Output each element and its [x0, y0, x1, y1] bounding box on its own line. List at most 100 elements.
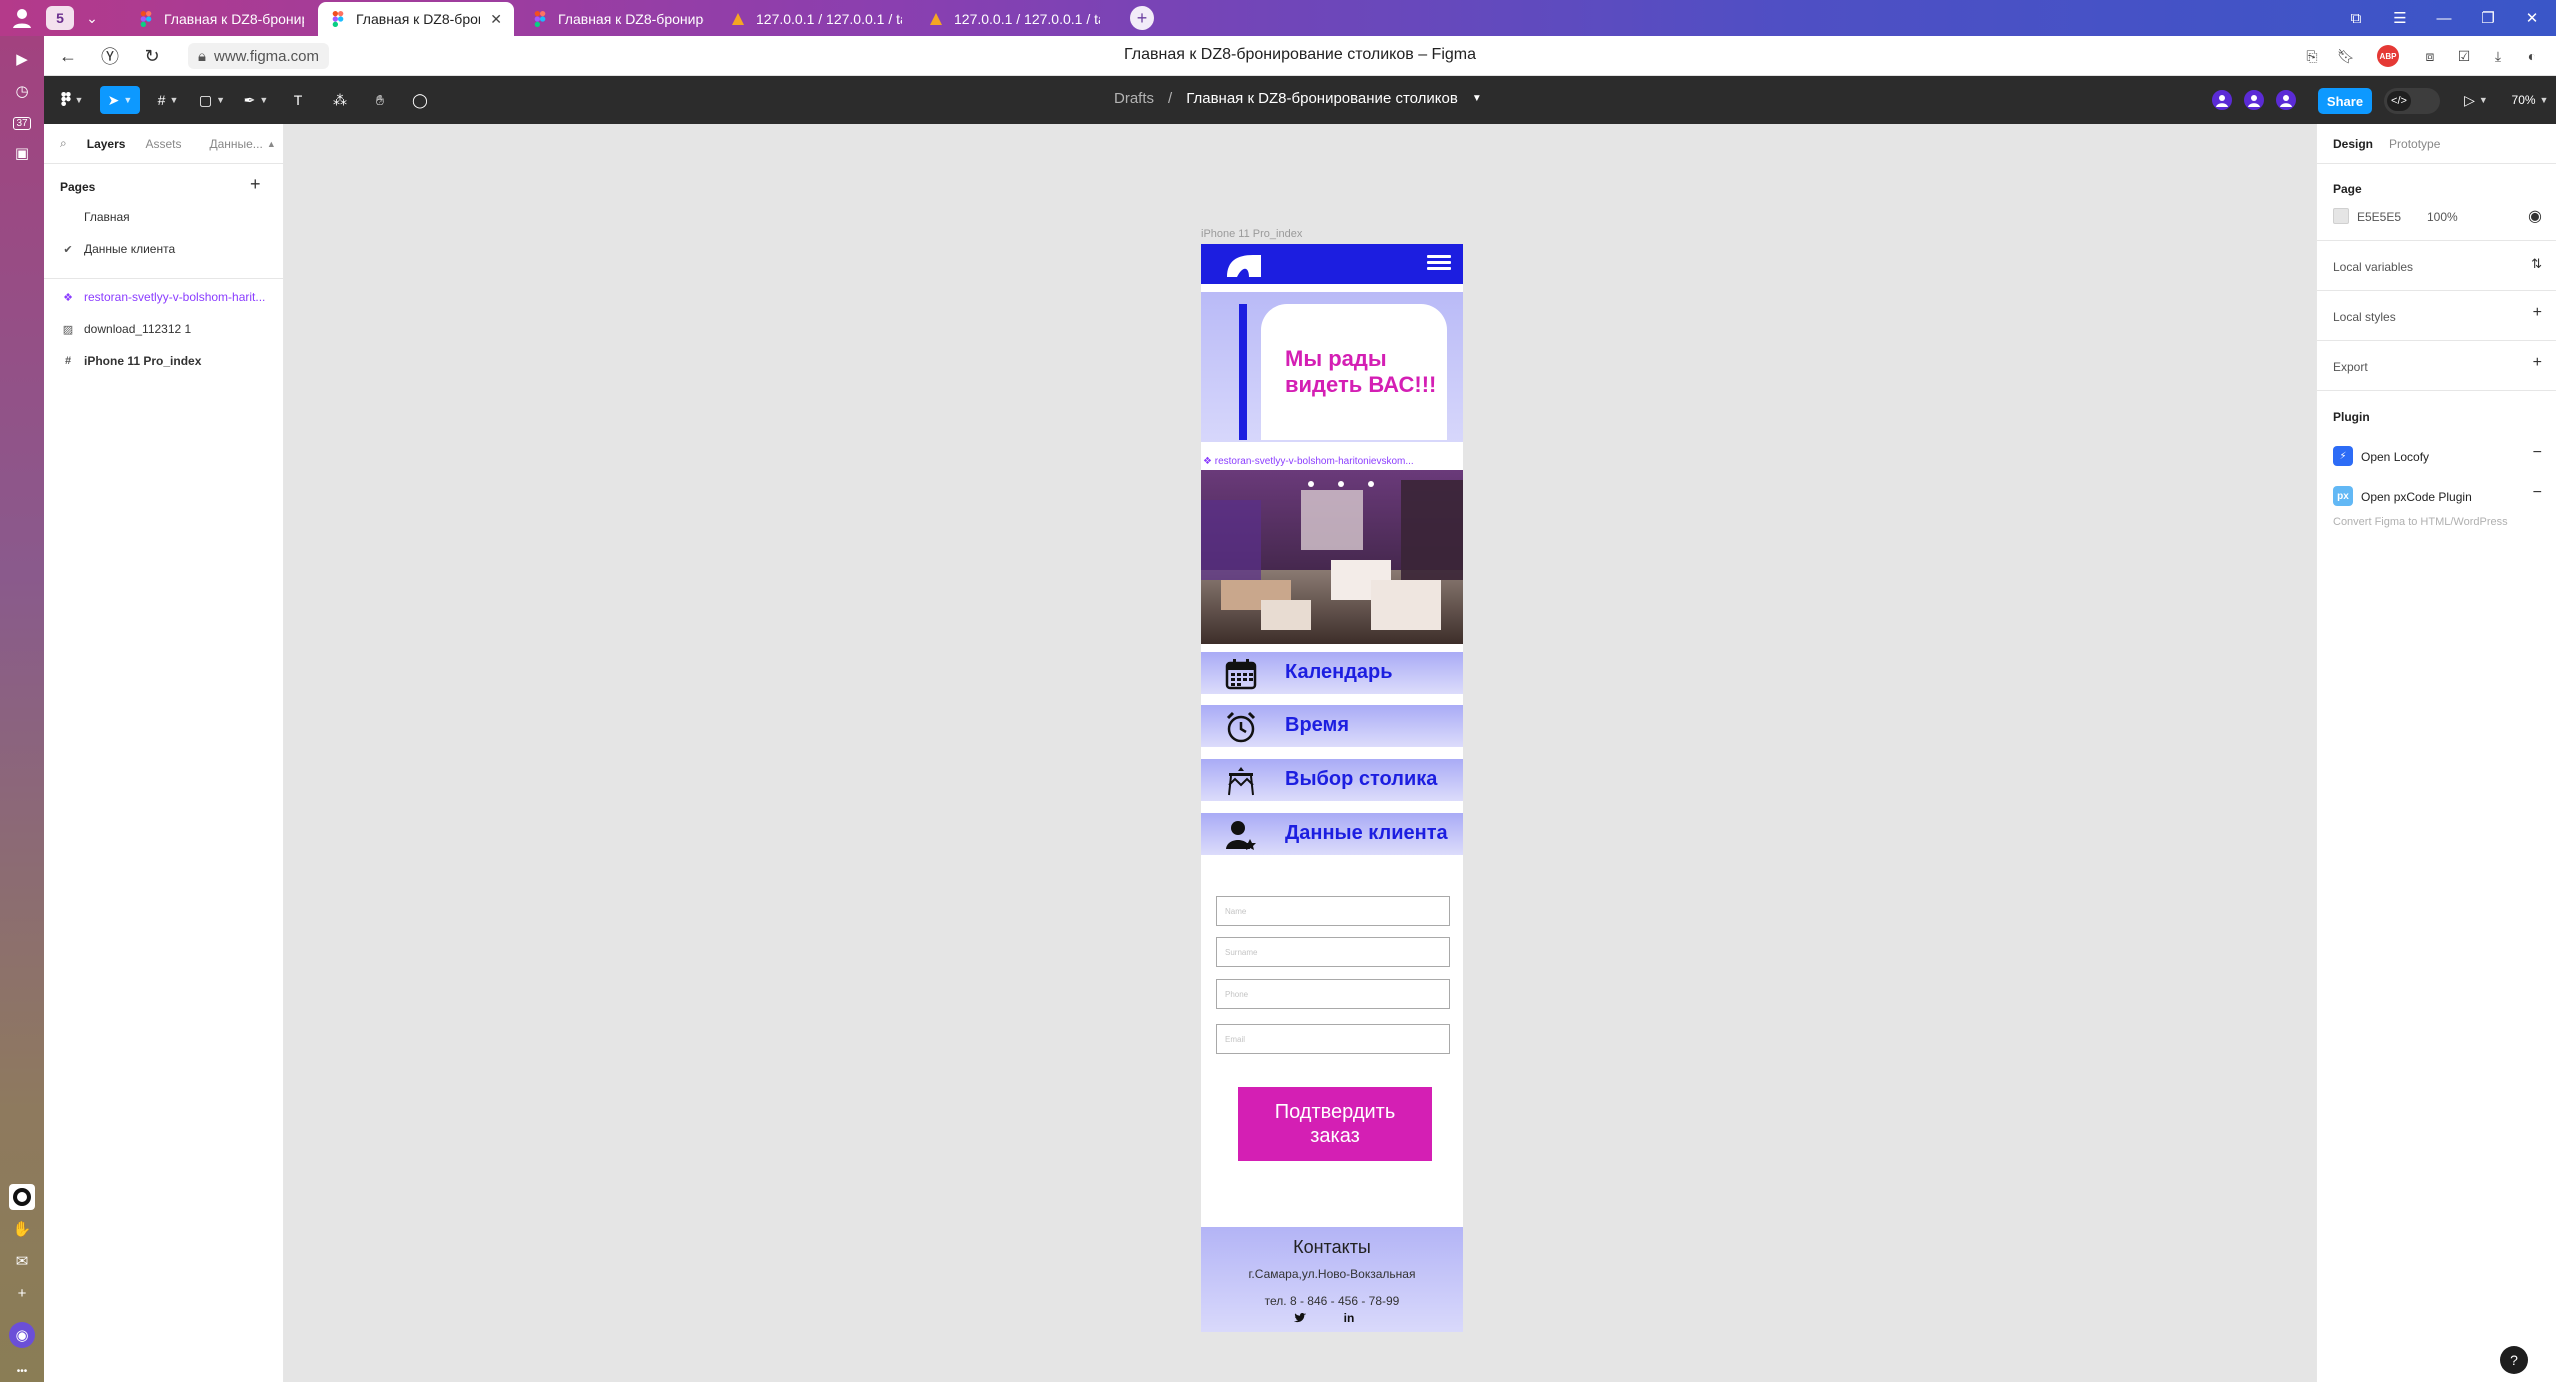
- browser-tab[interactable]: 127.0.0.1 / 127.0.0.1 / table: [916, 2, 1112, 36]
- layer-item[interactable]: ▨ download_112312 1: [44, 314, 284, 344]
- image-icon: ▨: [62, 323, 74, 336]
- assistant-icon[interactable]: ◉: [9, 1322, 35, 1348]
- surname-field[interactable]: [1216, 937, 1450, 967]
- layer-item[interactable]: ❖ restoran-svetlyy-v-bolshom-harit...: [44, 282, 284, 312]
- move-tool[interactable]: ➤ ▼: [100, 86, 140, 114]
- browser-tab[interactable]: Главная к DZ8-бронирова: [520, 2, 716, 36]
- share-button[interactable]: Share: [2318, 88, 2372, 114]
- shape-tool[interactable]: ▢ ▼: [192, 86, 232, 114]
- tab-search-icon[interactable]: ⧉: [2334, 0, 2378, 36]
- browser-tab[interactable]: 127.0.0.1 / 127.0.0.1 / table: [718, 2, 914, 36]
- more-icon[interactable]: •••: [9, 1358, 35, 1382]
- zoom-menu[interactable]: 70% ▼: [2508, 86, 2552, 114]
- minimize-icon[interactable]: —: [2422, 0, 2466, 36]
- page-color-value[interactable]: E5E5E5: [2357, 210, 2401, 224]
- layer-item[interactable]: # iPhone 11 Pro_index: [44, 346, 284, 376]
- step-client-data[interactable]: Данные клиента: [1201, 813, 1463, 855]
- restore-icon[interactable]: ❐: [2466, 0, 2510, 36]
- add-style-icon[interactable]: +: [2533, 304, 2542, 322]
- plugin-locofy[interactable]: Open Locofy: [2361, 450, 2429, 464]
- page-opacity-value[interactable]: 100%: [2427, 210, 2458, 224]
- tab-prototype[interactable]: Prototype: [2389, 137, 2440, 151]
- close-window-icon[interactable]: ✕: [2510, 0, 2554, 36]
- phone-field[interactable]: [1216, 979, 1450, 1009]
- linkedin-icon[interactable]: in: [1342, 1311, 1356, 1325]
- tabs-icon[interactable]: ⎘: [2300, 44, 2324, 68]
- bookmark-icon[interactable]: 🔖︎: [2334, 44, 2358, 68]
- add-export-icon[interactable]: +: [2533, 354, 2542, 372]
- play-icon[interactable]: ▶: [9, 46, 35, 72]
- video-icon[interactable]: ▣: [9, 140, 35, 166]
- hand-tool[interactable]: ✋︎: [366, 86, 394, 114]
- chevron-up-icon[interactable]: ▲: [267, 139, 276, 149]
- email-field[interactable]: [1216, 1024, 1450, 1054]
- comment-tool[interactable]: ◯: [406, 86, 434, 114]
- browser-tab[interactable]: Главная к DZ8-бронирова: [126, 2, 316, 36]
- hamburger-menu-icon[interactable]: [1427, 252, 1451, 276]
- component-label[interactable]: ❖ restoran-svetlyy-v-bolshom-haritonievs…: [1201, 456, 1463, 467]
- chevron-down-icon[interactable]: ⌄: [80, 6, 104, 30]
- search-icon[interactable]: ⌕: [60, 136, 67, 151]
- page-switcher[interactable]: Данные...: [209, 137, 262, 151]
- canvas[interactable]: iPhone 11 Pro_index Мы рады видеть ВАС!!…: [284, 124, 2316, 1382]
- present-button[interactable]: ▷ ▼: [2458, 86, 2494, 114]
- avatar[interactable]: [2210, 88, 2234, 112]
- user-icon[interactable]: ◐: [2520, 44, 2544, 68]
- close-icon[interactable]: ✕: [490, 11, 502, 28]
- local-variables-label[interactable]: Local variables: [2333, 260, 2413, 274]
- step-calendar[interactable]: Календарь: [1201, 652, 1463, 694]
- surname-input[interactable]: [1217, 938, 1449, 966]
- help-button[interactable]: ?: [2500, 1346, 2528, 1374]
- breadcrumb-drafts[interactable]: Drafts: [1114, 90, 1154, 107]
- export-label[interactable]: Export: [2333, 360, 2368, 374]
- extension-icon[interactable]: ⧈: [2418, 44, 2442, 68]
- profile-icon[interactable]: [10, 6, 34, 30]
- github-icon[interactable]: [9, 1184, 35, 1210]
- hand-icon[interactable]: ✋: [9, 1216, 35, 1242]
- browser-tab-active[interactable]: Главная к DZ8-бронир ✕: [318, 2, 514, 36]
- page-color-swatch[interactable]: [2333, 208, 2349, 224]
- tab-counter-badge[interactable]: 5: [46, 6, 74, 30]
- plugin-pxcode[interactable]: Open pxCode Plugin: [2361, 490, 2472, 504]
- resources-tool[interactable]: ⁂: [326, 86, 354, 114]
- eye-icon[interactable]: ◉: [2528, 206, 2542, 226]
- local-styles-label[interactable]: Local styles: [2333, 310, 2396, 324]
- download-icon[interactable]: ⤓: [2486, 44, 2510, 68]
- frame-label[interactable]: iPhone 11 Pro_index: [1201, 228, 1302, 240]
- name-field[interactable]: [1216, 896, 1450, 926]
- tab-layers[interactable]: Layers: [87, 137, 126, 151]
- page-item[interactable]: Главная: [44, 202, 284, 232]
- remove-plugin-icon[interactable]: −: [2533, 484, 2542, 502]
- new-tab-button[interactable]: +: [1130, 6, 1154, 30]
- step-table[interactable]: Выбор столика: [1201, 759, 1463, 801]
- tab-assets[interactable]: Assets: [145, 137, 181, 151]
- dev-mode-toggle[interactable]: </>: [2384, 88, 2440, 114]
- add-icon[interactable]: +: [9, 1280, 35, 1306]
- step-time[interactable]: Время: [1201, 705, 1463, 747]
- pen-tool[interactable]: ✒ ▼: [236, 86, 276, 114]
- text-tool[interactable]: T: [284, 86, 312, 114]
- twitter-icon[interactable]: [1293, 1311, 1307, 1325]
- remove-plugin-icon[interactable]: −: [2533, 444, 2542, 462]
- mail-icon[interactable]: ✉: [9, 1248, 35, 1274]
- avatar[interactable]: [2274, 88, 2298, 112]
- reader-icon[interactable]: ☑: [2452, 44, 2476, 68]
- avatar[interactable]: [2242, 88, 2266, 112]
- sliders-icon[interactable]: ⇅: [2531, 256, 2542, 272]
- menu-icon[interactable]: ☰: [2378, 0, 2422, 36]
- adblock-icon[interactable]: ABP: [2376, 44, 2400, 68]
- page-item-selected[interactable]: ✔ Данные клиента: [44, 234, 284, 264]
- confirm-order-button[interactable]: Подтвердить заказ: [1238, 1087, 1432, 1161]
- phone-frame[interactable]: Мы рады видеть ВАС!!! ❖ restoran-svetlyy…: [1201, 244, 1463, 1332]
- tab-design[interactable]: Design: [2333, 137, 2373, 151]
- chevron-down-icon[interactable]: ▼: [1472, 93, 1482, 104]
- phone-input[interactable]: [1217, 980, 1449, 1008]
- figma-menu-button[interactable]: ▼: [54, 86, 90, 114]
- name-input[interactable]: [1217, 897, 1449, 925]
- file-name[interactable]: Главная к DZ8-бронирование столиков: [1186, 90, 1458, 107]
- calendar-badge[interactable]: 37: [9, 110, 35, 136]
- add-page-icon[interactable]: +: [250, 174, 261, 195]
- frame-tool[interactable]: # ▼: [148, 86, 188, 114]
- email-input[interactable]: [1217, 1025, 1449, 1053]
- history-icon[interactable]: ◷: [9, 78, 35, 104]
